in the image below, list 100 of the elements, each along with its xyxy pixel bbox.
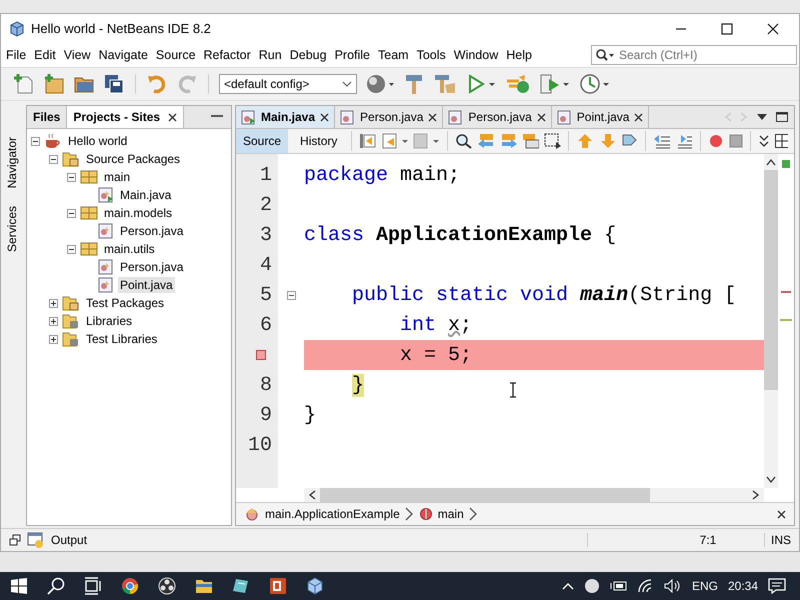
tree-item[interactable]: main.models xyxy=(102,205,174,221)
find-previous-icon[interactable] xyxy=(477,133,495,149)
menu-item[interactable]: Debug xyxy=(290,48,327,62)
collapse-icon[interactable] xyxy=(31,136,40,146)
more-icon[interactable] xyxy=(758,133,770,149)
hammer-icon[interactable] xyxy=(403,73,425,95)
language-indicator[interactable]: ENG xyxy=(692,579,718,593)
editor-tab[interactable]: Main.java xyxy=(236,106,336,128)
tree-item[interactable]: main xyxy=(102,169,132,185)
menu-item[interactable]: View xyxy=(64,48,91,62)
task-view-icon[interactable] xyxy=(84,577,102,595)
search-icon[interactable] xyxy=(47,577,65,595)
search-box[interactable]: Search (Ctrl+I) xyxy=(591,45,797,65)
editor-tab[interactable]: Person.java xyxy=(443,106,552,128)
breadcrumb[interactable]: main xyxy=(438,507,464,521)
vertical-scrollbar[interactable] xyxy=(764,154,778,488)
close-icon[interactable] xyxy=(536,112,546,122)
fold-icon[interactable] xyxy=(286,290,296,300)
tree-item[interactable]: Hello world xyxy=(66,133,130,149)
notification-icon[interactable] xyxy=(768,578,786,594)
browser-icon[interactable] xyxy=(121,577,139,595)
close-icon[interactable] xyxy=(320,112,330,122)
collapse-icon[interactable] xyxy=(67,208,76,218)
new-project-icon[interactable] xyxy=(43,73,65,95)
recorder-icon[interactable] xyxy=(158,577,176,595)
globe-icon[interactable] xyxy=(365,73,395,95)
search-icon[interactable] xyxy=(595,48,615,62)
panel-tab[interactable]: Projects - Sites xyxy=(67,106,184,128)
dropdown-icon[interactable] xyxy=(756,113,768,121)
menu-item[interactable]: Tools xyxy=(416,48,446,62)
presentation-app-icon[interactable] xyxy=(269,577,287,595)
collapse-icon[interactable] xyxy=(67,244,76,254)
collapse-icon[interactable] xyxy=(67,172,76,182)
clock-icon[interactable] xyxy=(579,73,611,95)
split-icon[interactable] xyxy=(774,134,788,148)
notes-icon[interactable] xyxy=(232,577,250,595)
circle-icon[interactable] xyxy=(584,578,600,594)
menu-item[interactable]: Run xyxy=(258,48,282,62)
debug-icon[interactable] xyxy=(505,73,531,95)
cube-icon[interactable] xyxy=(306,577,324,595)
rectangle-select-icon[interactable] xyxy=(544,133,562,149)
scroll-right-icon[interactable] xyxy=(752,490,760,500)
chevron-up-icon[interactable] xyxy=(562,582,574,590)
tree-item[interactable]: Test Libraries xyxy=(84,331,160,347)
expand-icon[interactable] xyxy=(49,334,58,344)
wifi-icon[interactable] xyxy=(638,579,654,593)
side-panel-tab[interactable]: Navigator xyxy=(1,133,23,192)
folder-icon[interactable] xyxy=(195,577,213,595)
breadcrumb[interactable]: main.ApplicationExample xyxy=(265,507,400,521)
find-next-icon[interactable] xyxy=(500,133,517,149)
tree-item[interactable]: Person.java xyxy=(118,223,186,239)
toggle-highlight-icon[interactable] xyxy=(522,133,540,149)
output-tab[interactable]: Output xyxy=(51,533,88,547)
tree-item[interactable]: Main.java xyxy=(118,187,174,203)
expand-icon[interactable] xyxy=(49,316,58,326)
last-edit-icon[interactable] xyxy=(359,133,377,149)
clean-build-icon[interactable] xyxy=(433,73,457,95)
tree-item[interactable]: Test Packages xyxy=(84,295,166,311)
save-all-icon[interactable] xyxy=(103,73,125,95)
shift-left-icon[interactable] xyxy=(653,133,670,149)
scroll-left-icon[interactable] xyxy=(308,490,316,500)
back-icon[interactable] xyxy=(382,133,408,149)
tree-item[interactable]: Libraries xyxy=(84,313,134,329)
scroll-down-icon[interactable] xyxy=(766,476,776,484)
clock[interactable]: 20:34 xyxy=(728,579,758,593)
breakpoint-icon[interactable] xyxy=(256,350,266,360)
tree-item[interactable]: Point.java xyxy=(118,277,175,293)
restore-icon[interactable] xyxy=(9,534,21,546)
menu-item[interactable]: Source xyxy=(156,48,196,62)
speaker-icon[interactable] xyxy=(664,579,682,593)
maximize-icon[interactable] xyxy=(776,112,788,122)
battery-icon[interactable] xyxy=(610,579,628,593)
menu-item[interactable]: Help xyxy=(506,48,532,62)
tree-item[interactable]: Source Packages xyxy=(84,151,182,167)
record-icon[interactable] xyxy=(708,133,723,149)
menu-item[interactable]: Profile xyxy=(334,48,370,62)
menu-item[interactable]: Refactor xyxy=(204,48,251,62)
close-icon[interactable] xyxy=(168,112,178,122)
menu-item[interactable]: File xyxy=(6,48,26,62)
minimize-icon[interactable] xyxy=(211,115,223,119)
close-icon[interactable] xyxy=(767,22,779,34)
view-tab[interactable]: History xyxy=(293,129,344,153)
horizontal-scrollbar[interactable] xyxy=(304,488,764,502)
editor-tab[interactable]: Person.java xyxy=(335,106,444,128)
tree-item[interactable]: main.utils xyxy=(102,241,157,257)
view-tab[interactable]: Source xyxy=(236,129,288,153)
close-icon[interactable] xyxy=(777,510,786,518)
find-icon[interactable] xyxy=(455,133,472,149)
new-file-icon[interactable] xyxy=(13,73,35,95)
editor-tab[interactable]: Point.java xyxy=(552,106,650,128)
menu-item[interactable]: Window xyxy=(454,48,498,62)
config-dropdown[interactable]: <default config> xyxy=(219,74,357,94)
scroll-up-icon[interactable] xyxy=(766,158,776,166)
close-icon[interactable] xyxy=(634,112,644,122)
stop-icon[interactable] xyxy=(728,133,744,149)
shift-right-icon[interactable] xyxy=(675,133,693,149)
expand-icon[interactable] xyxy=(49,298,58,308)
tree-item[interactable]: Person.java xyxy=(118,259,186,275)
maximize-icon[interactable] xyxy=(721,22,733,34)
profile-icon[interactable] xyxy=(539,73,571,95)
